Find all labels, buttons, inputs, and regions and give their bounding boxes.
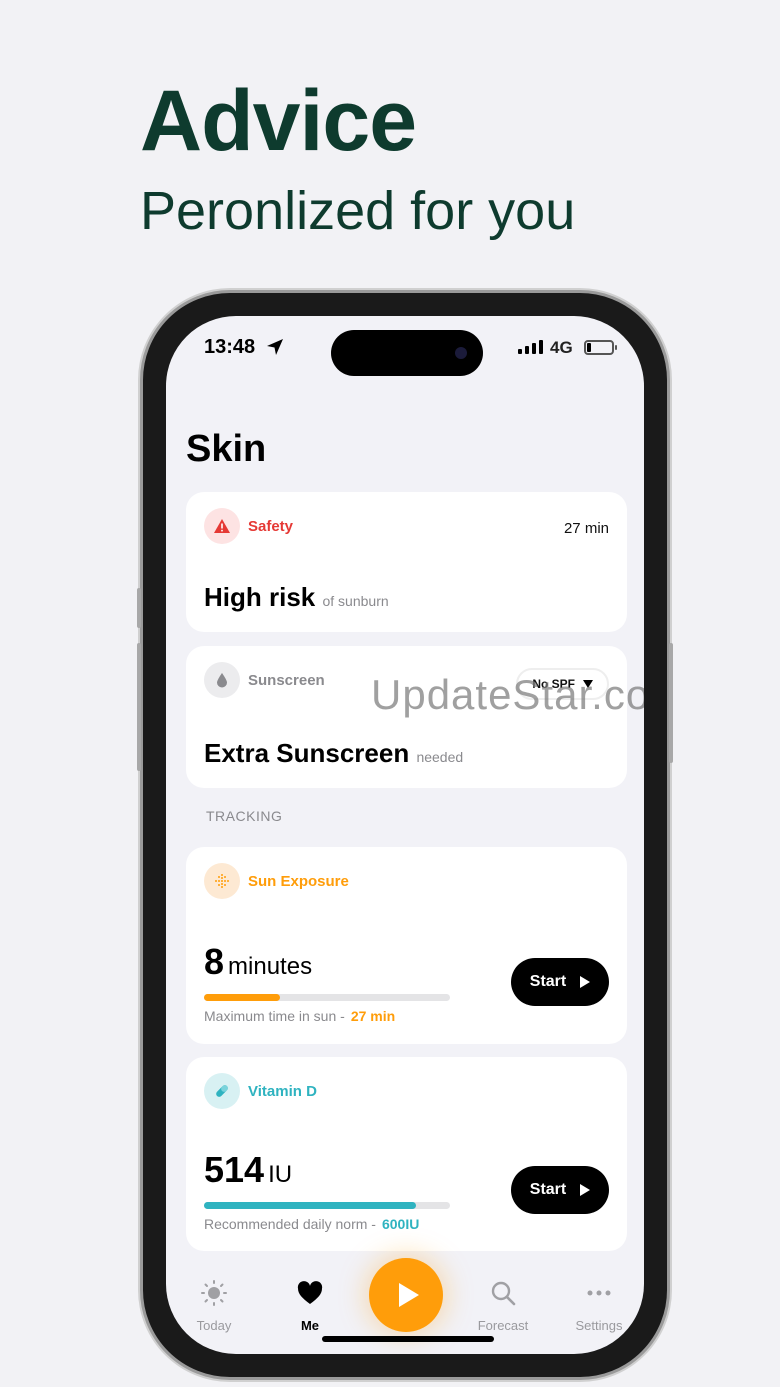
play-icon xyxy=(580,1184,591,1196)
sun-exposure-card[interactable]: Sun Exposure 8 minutes Maximum time in su… xyxy=(186,847,627,1044)
vitamin-d-unit: IU xyxy=(268,1161,293,1188)
phone-power-button xyxy=(669,643,673,763)
safety-card[interactable]: Safety 27 min High risk of sunburn xyxy=(186,492,627,632)
more-icon xyxy=(587,1290,611,1296)
sun-exposure-value: 8 minutes xyxy=(204,941,312,983)
sun-exposure-caption-text: Maximum time in sun - xyxy=(204,1008,345,1024)
vitamin-d-label: Vitamin D xyxy=(248,1082,317,1100)
phone-screen: 13:48 4G Skin Safety 27 min High risk of… xyxy=(166,316,644,1354)
sun-exposure-label: Sun Exposure xyxy=(248,872,349,890)
hero-title: Advice xyxy=(140,73,417,169)
safety-detail: of sunburn xyxy=(322,593,389,609)
tab-today[interactable]: Today xyxy=(174,1279,254,1333)
safety-headline: High risk of sunburn xyxy=(204,582,389,613)
play-icon xyxy=(580,976,591,988)
vitamin-d-card[interactable]: Vitamin D 514 IU Recommended daily norm -… xyxy=(186,1057,627,1251)
pill-icon xyxy=(204,1073,240,1109)
safety-headline-text: High risk xyxy=(204,582,316,612)
vitamin-d-start-button[interactable]: Start xyxy=(511,1166,609,1214)
battery-icon xyxy=(584,340,617,355)
sun-exposure-start-button[interactable]: Start xyxy=(511,958,609,1006)
home-indicator xyxy=(322,1336,494,1342)
camera-icon xyxy=(455,347,467,359)
signal-icon xyxy=(518,340,543,354)
sunscreen-label: Sunscreen xyxy=(248,671,325,689)
phone-volume-button xyxy=(137,693,141,771)
sun-exposure-number: 8 xyxy=(204,941,225,982)
sun-exposure-caption: Maximum time in sun - 27 min xyxy=(204,1008,395,1024)
tab-me[interactable]: Me xyxy=(270,1279,350,1333)
drop-icon xyxy=(204,662,240,698)
sun-icon xyxy=(201,1280,227,1306)
phone-frame: 13:48 4G Skin Safety 27 min High risk of… xyxy=(137,290,673,1380)
safety-label: Safety xyxy=(248,517,294,535)
vitamin-d-number: 514 xyxy=(204,1149,265,1190)
sunscreen-detail: needed xyxy=(416,749,464,765)
safety-time: 27 min xyxy=(563,520,609,537)
vitamin-d-value: 514 IU xyxy=(204,1149,292,1191)
sun-exposure-unit: minutes xyxy=(228,953,313,980)
sun-exposure-caption-value: 27 min xyxy=(350,1008,396,1024)
tab-today-label: Today xyxy=(196,1318,232,1333)
vitamin-d-caption-text: Recommended daily norm - xyxy=(204,1216,376,1232)
play-icon xyxy=(398,1283,419,1307)
tab-forecast[interactable]: Forecast xyxy=(463,1279,543,1333)
start-label: Start xyxy=(529,1181,567,1198)
phone-mute-button xyxy=(137,588,141,628)
warning-icon xyxy=(204,508,240,544)
vitamin-d-caption-value: 600IU xyxy=(381,1216,420,1232)
tab-forecast-label: Forecast xyxy=(477,1318,529,1333)
play-button[interactable] xyxy=(369,1258,443,1332)
status-time: 13:48 xyxy=(204,336,256,358)
tab-settings-label: Settings xyxy=(575,1318,623,1333)
vitamin-d-caption: Recommended daily norm - 600IU xyxy=(204,1216,419,1232)
sun-exposure-progress xyxy=(204,994,450,1001)
sun-dots-icon xyxy=(204,863,240,899)
search-icon xyxy=(491,1281,516,1306)
tab-settings[interactable]: Settings xyxy=(559,1279,639,1333)
sunscreen-headline: Extra Sunscreen needed xyxy=(204,738,463,769)
sunscreen-headline-text: Extra Sunscreen xyxy=(204,738,410,768)
dynamic-island xyxy=(331,330,483,376)
location-arrow-icon xyxy=(267,339,283,355)
tab-me-label: Me xyxy=(300,1318,320,1333)
heart-icon xyxy=(297,1281,323,1304)
vitamin-d-progress xyxy=(204,1202,450,1209)
tracking-section-label: TRACKING xyxy=(206,808,283,824)
watermark: UpdateStar.com xyxy=(371,671,644,718)
hero-subtitle: Peronlized for you xyxy=(140,181,576,241)
network-type: 4G xyxy=(550,338,573,357)
page-title: Skin xyxy=(186,428,267,470)
start-label: Start xyxy=(529,973,567,990)
